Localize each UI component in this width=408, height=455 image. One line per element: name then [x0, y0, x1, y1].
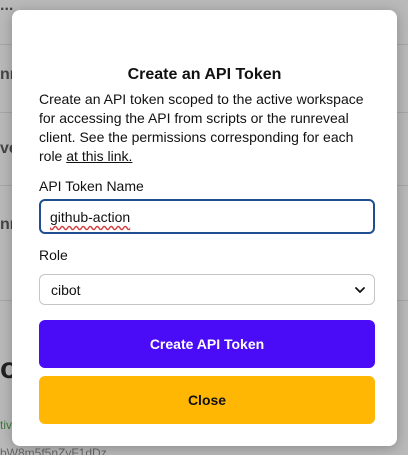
- chevron-down-icon: [355, 287, 365, 293]
- permissions-link[interactable]: at this link.: [66, 148, 132, 164]
- background-status-fragment: tiv: [0, 418, 12, 432]
- modal-title: Create an API Token: [127, 66, 282, 83]
- modal-description: Create an API token scoped to the active…: [39, 90, 379, 166]
- background-heading-fragment: ...: [0, 0, 14, 14]
- role-select[interactable]: cibot: [39, 274, 375, 305]
- role-label: Role: [39, 247, 68, 263]
- role-select-value: cibot: [51, 282, 81, 298]
- background-id-fragment: bW8m5f5nZvF1dDz: [0, 446, 107, 455]
- api-token-name-input[interactable]: github-action: [39, 199, 375, 234]
- api-token-name-value: github-action: [50, 209, 131, 225]
- api-token-name-label: API Token Name: [39, 178, 144, 194]
- create-api-token-modal: Create an API Token Create an API token …: [12, 10, 397, 446]
- close-button[interactable]: Close: [39, 376, 375, 424]
- create-api-token-button[interactable]: Create API Token: [39, 320, 375, 368]
